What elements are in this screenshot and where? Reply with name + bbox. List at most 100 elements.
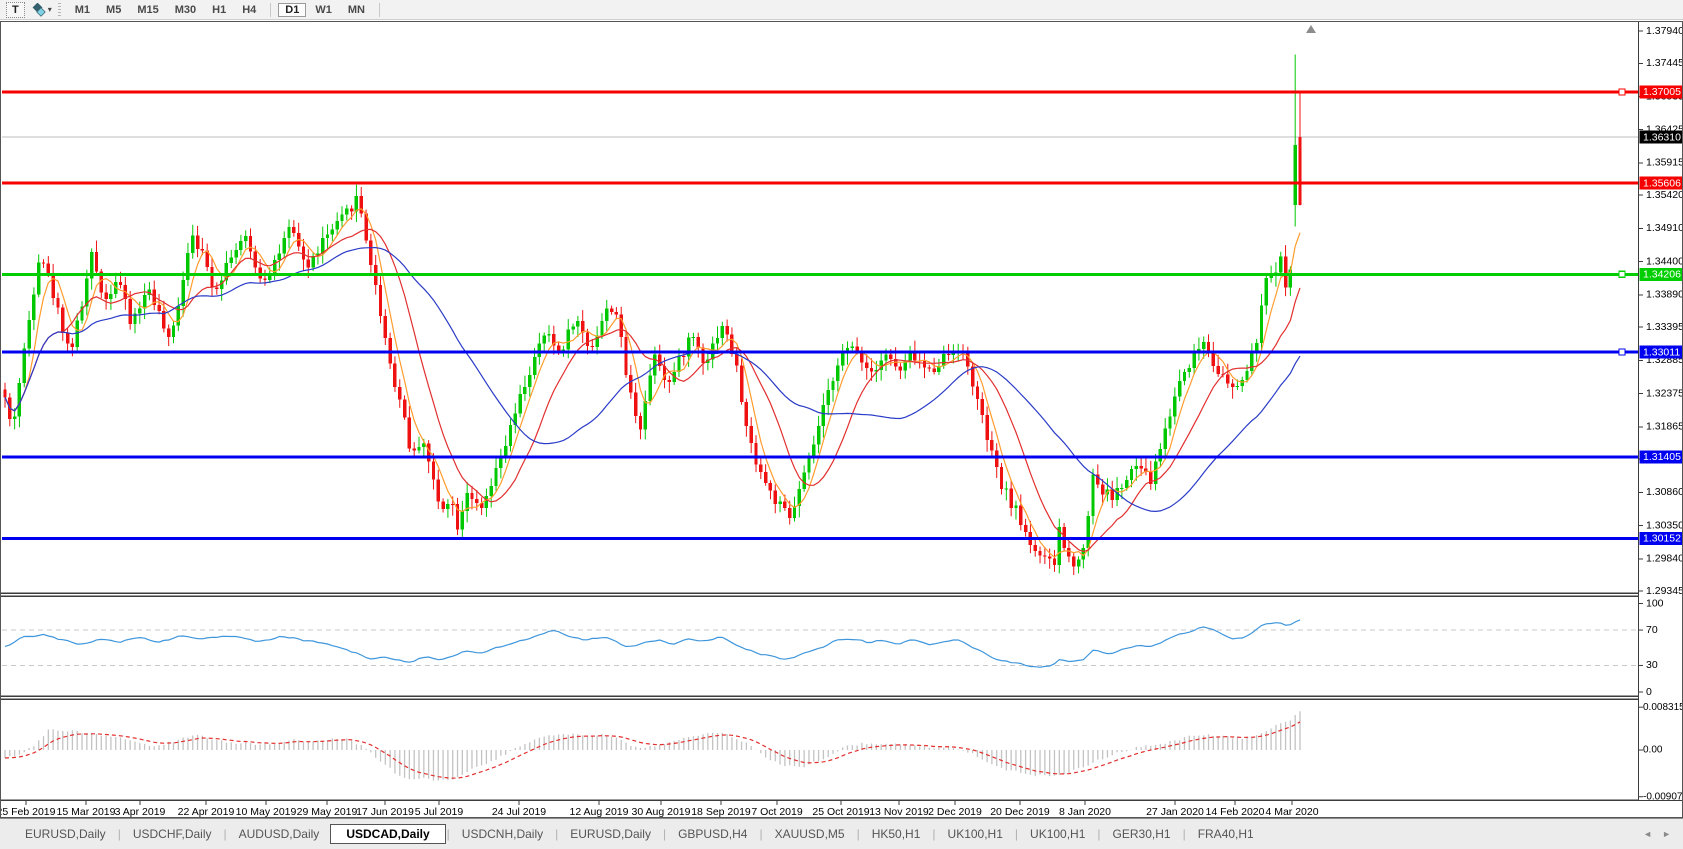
- candle-body: [61, 307, 64, 333]
- candle-body: [1048, 556, 1051, 558]
- chart-tab-eurusd-daily[interactable]: EURUSD,Daily: [559, 824, 662, 844]
- timeframe-button-d1[interactable]: D1: [278, 3, 306, 17]
- candle-body: [639, 416, 642, 430]
- timeframe-button-mn[interactable]: MN: [341, 3, 372, 17]
- candle-body: [533, 357, 536, 375]
- candle-body: [1091, 474, 1094, 516]
- cycle-symbols-button[interactable]: ▾: [30, 3, 52, 17]
- chart-tab-usdchf-daily[interactable]: USDCHF,Daily: [122, 824, 223, 844]
- chart-canvas[interactable]: 1.379401.374451.369351.364251.359151.354…: [0, 21, 1683, 818]
- line-drag-handle[interactable]: [1619, 271, 1625, 277]
- candle-body: [648, 375, 651, 401]
- candle-body: [326, 235, 329, 239]
- candle-body: [1005, 489, 1008, 490]
- toolbar-separator: [270, 3, 271, 17]
- chart-tab-gbpusd-h4[interactable]: GBPUSD,H4: [667, 824, 758, 844]
- candle-body: [923, 361, 926, 368]
- chart-tab-ger30-h1[interactable]: GER30,H1: [1102, 824, 1182, 844]
- price-tick-label: 1.33890: [1646, 289, 1683, 301]
- candle-body: [629, 375, 632, 393]
- chart-tab-audusd-daily[interactable]: AUDUSD,Daily: [228, 824, 331, 844]
- candle-body: [379, 285, 382, 316]
- candle-body: [1164, 429, 1167, 449]
- timeframe-button-m1[interactable]: M1: [68, 3, 97, 17]
- chart-tab-bar: EURUSD,Daily|USDCHF,Daily|AUDUSD,DailyUS…: [0, 818, 1683, 849]
- candle-body: [37, 262, 40, 294]
- timeframe-button-m30[interactable]: M30: [168, 3, 203, 17]
- tab-separator: |: [1015, 827, 1018, 841]
- candle-body: [538, 344, 541, 358]
- candle-body: [1183, 372, 1186, 381]
- candle-body: [735, 354, 738, 366]
- candle-body: [802, 472, 805, 489]
- candle-body: [990, 440, 993, 450]
- candle-body: [47, 264, 50, 275]
- price-tick-label: 1.30860: [1646, 486, 1683, 498]
- candle-body: [591, 346, 594, 347]
- candle-body: [1236, 386, 1239, 387]
- price-tick-label: 1.35420: [1646, 189, 1683, 201]
- rsi-tick-label: 0: [1646, 686, 1652, 698]
- chart-tab-hk50-h1[interactable]: HK50,H1: [861, 824, 932, 844]
- candle-body: [475, 499, 478, 503]
- chart-tab-uk100-h1[interactable]: UK100,H1: [1019, 824, 1096, 844]
- rsi-tick-label: 30: [1646, 659, 1658, 671]
- chart-tab-uk100-h1[interactable]: UK100,H1: [937, 824, 1014, 844]
- candle-body: [119, 282, 122, 285]
- candle-body: [677, 356, 680, 372]
- tab-scroll-right-icon[interactable]: ►: [1662, 829, 1671, 839]
- text-tool-button[interactable]: T: [6, 2, 25, 18]
- tab-separator: |: [224, 827, 227, 841]
- chart-tab-xauusd-m5[interactable]: XAUUSD,M5: [764, 824, 856, 844]
- candle-body: [167, 329, 170, 337]
- chart-tab-usdcad-daily[interactable]: USDCAD,Daily: [330, 824, 445, 844]
- candle-body: [1279, 256, 1282, 272]
- line-drag-handle[interactable]: [1619, 89, 1625, 95]
- chart-tab-eurusd-daily[interactable]: EURUSD,Daily: [14, 824, 117, 844]
- candle-body: [1216, 366, 1219, 374]
- candle-body: [384, 316, 387, 338]
- price-tick-label: 1.32375: [1646, 387, 1683, 399]
- line-drag-handle[interactable]: [1619, 349, 1625, 355]
- candle-body: [759, 465, 762, 473]
- tab-separator: |: [1183, 827, 1186, 841]
- candle-body: [1212, 352, 1215, 366]
- candle-body: [595, 335, 598, 347]
- candle-body: [754, 443, 757, 464]
- candle-body: [403, 399, 406, 417]
- candle-body: [128, 299, 131, 324]
- tab-separator: |: [555, 827, 558, 841]
- timeframe-button-w1[interactable]: W1: [308, 3, 339, 17]
- candle-body: [668, 380, 671, 382]
- candle-body: [562, 349, 565, 350]
- candle-body: [1245, 371, 1248, 380]
- candle-body: [725, 326, 728, 334]
- date-tick-label: 14 Feb 2020: [1206, 806, 1265, 818]
- candle-body: [509, 425, 512, 446]
- date-tick-label: 13 Nov 2019: [869, 806, 929, 818]
- candle-body: [1019, 506, 1022, 525]
- date-tick-label: 17 Jun 2019: [356, 806, 414, 818]
- timeframe-button-h1[interactable]: H1: [205, 3, 233, 17]
- candle-body: [749, 426, 752, 443]
- candle-body: [605, 309, 608, 321]
- candle-body: [817, 426, 820, 444]
- timeframe-button-m15[interactable]: M15: [130, 3, 165, 17]
- timeframe-button-h4[interactable]: H4: [235, 3, 263, 17]
- chart-tab-fra40-h1[interactable]: FRA40,H1: [1187, 824, 1265, 844]
- candle-body: [1241, 380, 1244, 386]
- macd-tick-label: 0.008315: [1643, 702, 1683, 713]
- candle-body: [985, 415, 988, 440]
- candle-body: [340, 215, 343, 222]
- chart-tab-usdcnh-daily[interactable]: USDCNH,Daily: [451, 824, 554, 844]
- candle-body: [369, 240, 372, 264]
- tab-scroll-left-icon[interactable]: ◄: [1643, 829, 1652, 839]
- timeframe-button-m5[interactable]: M5: [99, 3, 128, 17]
- candle-body: [586, 332, 589, 346]
- macd-tick-label: -0.009071: [1643, 791, 1683, 802]
- candle-body: [567, 329, 570, 349]
- candle-body: [215, 288, 218, 290]
- candle-body: [682, 356, 685, 357]
- candle-body: [932, 369, 935, 372]
- candle-body: [196, 235, 199, 248]
